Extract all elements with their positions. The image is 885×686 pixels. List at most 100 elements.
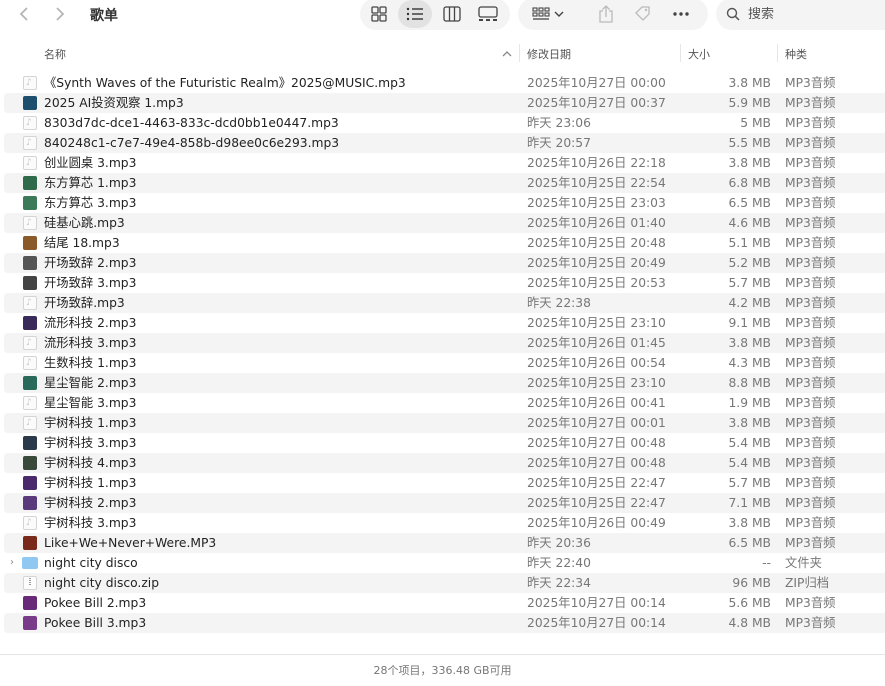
file-row[interactable]: 宇树科技 4.mp3 2025年10月27日 00:48 5.4 MB MP3音频 xyxy=(0,453,885,473)
file-row[interactable]: 流形科技 3.mp3 2025年10月26日 01:45 3.8 MB MP3音频 xyxy=(0,333,885,353)
file-size: 3.8 MB xyxy=(728,336,771,350)
back-button[interactable] xyxy=(12,2,36,26)
file-row[interactable]: 2025 AI投资观察 1.mp3 2025年10月27日 00:37 5.9 MB… xyxy=(0,93,885,113)
forward-button[interactable] xyxy=(48,2,72,26)
file-row[interactable]: Pokee Bill 3.mp3 2025年10月27日 00:14 4.8 MB M… xyxy=(0,613,885,633)
gallery-view-button[interactable] xyxy=(471,0,505,28)
file-row[interactable]: 硅基心跳.mp3 2025年10月26日 01:40 4.6 MB MP3音频 xyxy=(0,213,885,233)
file-name: 星尘智能 3.mp3 xyxy=(44,396,137,410)
columns-icon xyxy=(443,6,461,22)
file-kind: MP3音频 xyxy=(785,416,836,430)
file-kind: MP3音频 xyxy=(785,396,836,410)
file-date: 2025年10月26日 00:49 xyxy=(527,516,666,530)
file-row[interactable]: 东方算芯 3.mp3 2025年10月25日 23:03 6.5 MB MP3音频 xyxy=(0,193,885,213)
view-switcher xyxy=(360,0,510,30)
file-row[interactable]: 星尘智能 3.mp3 2025年10月26日 00:41 1.9 MB MP3音频 xyxy=(0,393,885,413)
audio-file-icon xyxy=(23,353,37,373)
column-divider[interactable] xyxy=(777,44,778,62)
list-icon xyxy=(406,7,423,21)
album-art-icon xyxy=(23,196,37,210)
file-name: 2025 AI投资观察 1.mp3 xyxy=(44,96,184,110)
file-row[interactable]: 流形科技 2.mp3 2025年10月25日 23:10 9.1 MB MP3音频 xyxy=(0,313,885,333)
tag-button[interactable] xyxy=(630,0,656,28)
file-row[interactable]: 《Synth Waves of the Futuristic Realm》202… xyxy=(0,73,885,93)
file-row[interactable]: 宇树科技 1.mp3 2025年10月27日 00:01 3.8 MB MP3音频 xyxy=(0,413,885,433)
file-row[interactable]: Pokee Bill 2.mp3 2025年10月27日 00:14 5.6 MB M… xyxy=(0,593,885,613)
icon-view-button[interactable] xyxy=(362,0,396,28)
file-name: 开场致辞 2.mp3 xyxy=(44,256,137,270)
search-input[interactable] xyxy=(748,6,868,22)
file-row[interactable]: 宇树科技 3.mp3 2025年10月27日 00:48 5.4 MB MP3音频 xyxy=(0,433,885,453)
file-name: Like+We+Never+Were.MP3 xyxy=(44,536,217,550)
audio-file-icon xyxy=(23,153,37,173)
group-by-button[interactable] xyxy=(528,0,568,28)
file-row[interactable]: night city disco.zip 昨天 22:34 96 MB ZIP归档 xyxy=(0,573,885,593)
audio-file-icon xyxy=(23,333,37,353)
column-header: 名称 修改日期 大小 种类 xyxy=(0,42,885,64)
file-kind: MP3音频 xyxy=(785,476,836,490)
column-header-size[interactable]: 大小 xyxy=(688,46,710,62)
file-kind: MP3音频 xyxy=(785,216,836,230)
file-kind: MP3音频 xyxy=(785,616,836,630)
file-size: 96 MB xyxy=(732,576,771,590)
file-row[interactable]: 宇树科技 1.mp3 2025年10月25日 22:47 5.7 MB MP3音频 xyxy=(0,473,885,493)
album-art-icon xyxy=(23,276,37,290)
file-date: 2025年10月25日 23:03 xyxy=(527,196,666,210)
file-row[interactable]: › night city disco 昨天 22:40 -- 文件夹 xyxy=(0,553,885,573)
file-size: 4.6 MB xyxy=(728,216,771,230)
file-size: 5.9 MB xyxy=(728,96,771,110)
file-row[interactable]: 开场致辞 3.mp3 2025年10月25日 20:53 5.7 MB MP3音频 xyxy=(0,273,885,293)
audio-file-icon xyxy=(23,393,37,413)
file-name: Pokee Bill 2.mp3 xyxy=(44,596,147,610)
file-name: 创业圆桌 3.mp3 xyxy=(44,156,137,170)
column-divider[interactable] xyxy=(519,44,520,62)
more-actions-button[interactable] xyxy=(668,0,694,28)
column-header-kind[interactable]: 种类 xyxy=(785,46,807,62)
list-view-button[interactable] xyxy=(398,0,432,28)
file-size: 5.1 MB xyxy=(728,236,771,250)
file-kind: MP3音频 xyxy=(785,456,836,470)
file-row[interactable]: Like+We+Never+Were.MP3 昨天 20:36 6.5 MB MP3音… xyxy=(0,533,885,553)
album-art-icon xyxy=(23,436,37,450)
file-name: 硅基心跳.mp3 xyxy=(44,216,125,230)
file-row[interactable]: 840248c1-c7e7-49e4-858b-d98ee0c6e293.mp3… xyxy=(0,133,885,153)
column-divider[interactable] xyxy=(680,44,681,62)
disclosure-triangle-icon[interactable]: › xyxy=(10,553,14,573)
column-header-date[interactable]: 修改日期 xyxy=(527,46,571,62)
file-size: 5.4 MB xyxy=(728,456,771,470)
file-row[interactable]: 结尾 18.mp3 2025年10月25日 20:48 5.1 MB MP3音频 xyxy=(0,233,885,253)
gallery-icon xyxy=(478,6,498,21)
file-date: 昨天 23:06 xyxy=(527,116,591,130)
file-row[interactable]: 东方算芯 1.mp3 2025年10月25日 22:54 6.8 MB MP3音频 xyxy=(0,173,885,193)
file-size: 5.6 MB xyxy=(728,596,771,610)
file-row[interactable]: 创业圆桌 3.mp3 2025年10月26日 22:18 3.8 MB MP3音频 xyxy=(0,153,885,173)
file-size: 6.5 MB xyxy=(728,536,771,550)
file-size: -- xyxy=(762,556,771,570)
column-view-button[interactable] xyxy=(435,0,469,28)
file-size: 4.8 MB xyxy=(728,616,771,630)
file-size: 3.8 MB xyxy=(728,156,771,170)
share-button[interactable] xyxy=(594,0,618,28)
file-row[interactable]: 开场致辞.mp3 昨天 22:38 4.2 MB MP3音频 xyxy=(0,293,885,313)
column-header-name[interactable]: 名称 xyxy=(44,46,66,62)
file-name: 星尘智能 2.mp3 xyxy=(44,376,137,390)
file-row[interactable]: 宇树科技 3.mp3 2025年10月26日 00:49 3.8 MB MP3音频 xyxy=(0,513,885,533)
file-kind: ZIP归档 xyxy=(785,576,830,590)
file-kind: MP3音频 xyxy=(785,96,836,110)
file-date: 2025年10月25日 20:49 xyxy=(527,256,666,270)
file-date: 2025年10月25日 23:10 xyxy=(527,316,666,330)
file-row[interactable]: 开场致辞 2.mp3 2025年10月25日 20:49 5.2 MB MP3音频 xyxy=(0,253,885,273)
file-list: 《Synth Waves of the Futuristic Realm》202… xyxy=(0,73,885,633)
action-toolbar xyxy=(518,0,708,30)
search-box xyxy=(716,0,885,30)
file-row[interactable]: 8303d7dc-dce1-4463-833c-dcd0bb1e0447.mp3… xyxy=(0,113,885,133)
file-size: 8.8 MB xyxy=(728,376,771,390)
zip-archive-icon xyxy=(23,576,37,590)
audio-file-icon xyxy=(23,73,37,93)
file-row[interactable]: 星尘智能 2.mp3 2025年10月25日 23:10 8.8 MB MP3音频 xyxy=(0,373,885,393)
file-date: 昨天 22:34 xyxy=(527,576,591,590)
file-kind: MP3音频 xyxy=(785,376,836,390)
file-row[interactable]: 宇树科技 2.mp3 2025年10月25日 22:47 7.1 MB MP3音频 xyxy=(0,493,885,513)
file-row[interactable]: 生数科技 1.mp3 2025年10月26日 00:54 4.3 MB MP3音频 xyxy=(0,353,885,373)
audio-file-icon xyxy=(23,413,37,433)
